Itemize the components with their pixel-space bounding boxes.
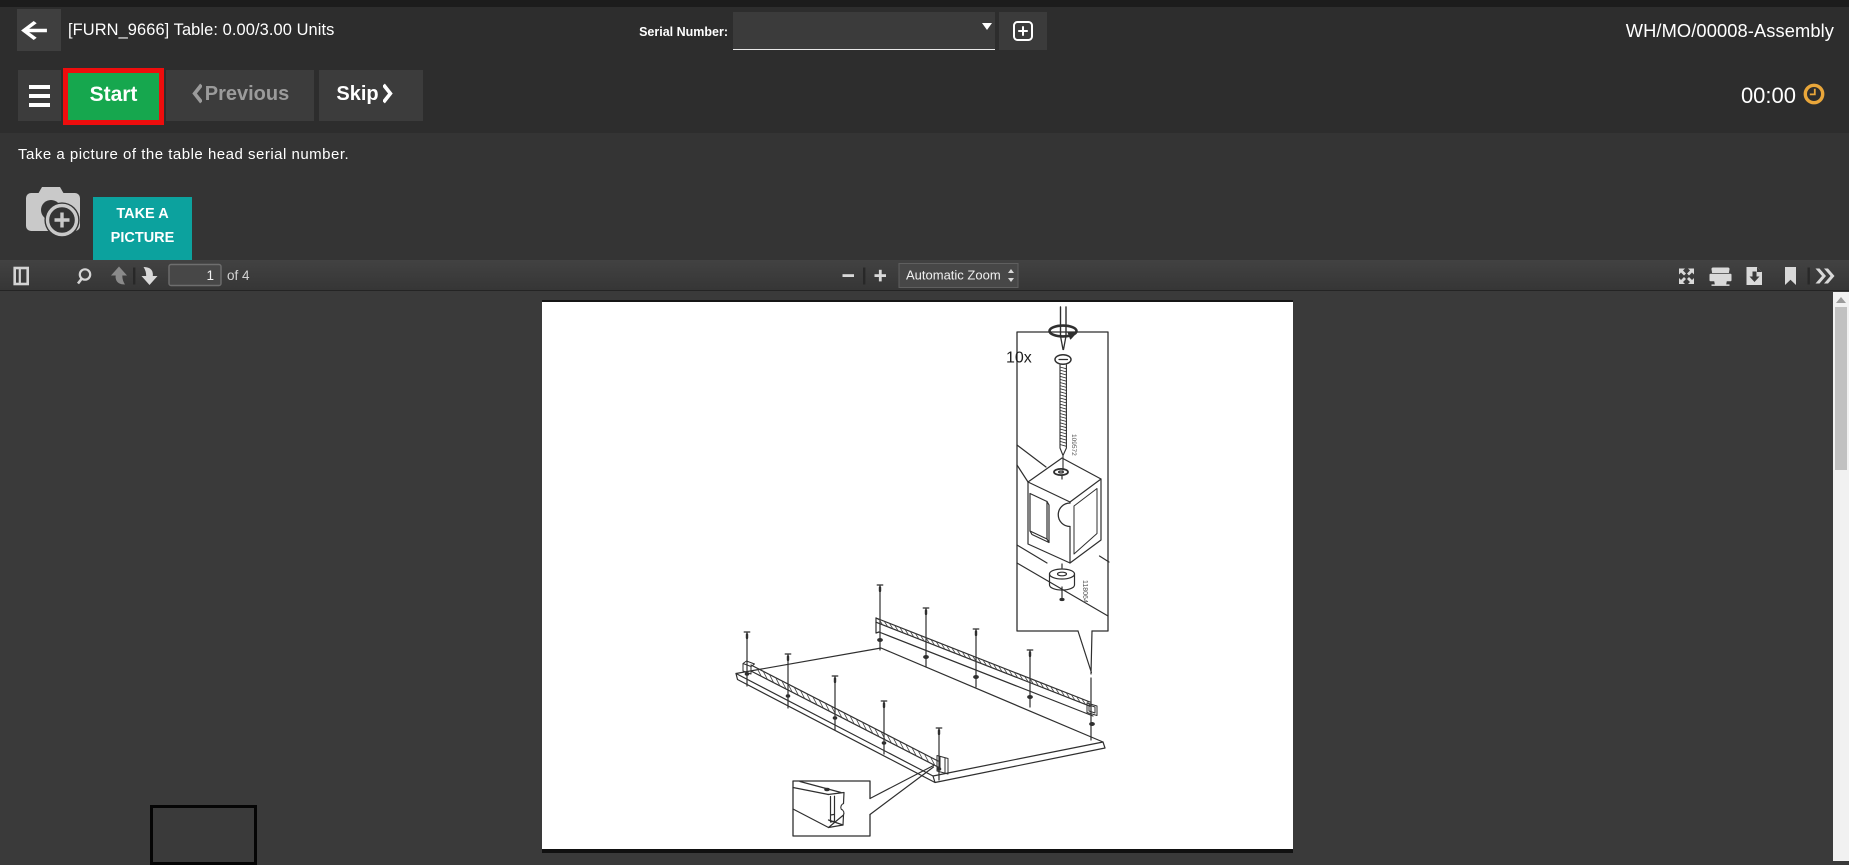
svg-text:Automatic Zoom: Automatic Zoom	[906, 268, 1001, 283]
svg-text:118064: 118064	[1081, 580, 1088, 603]
svg-text:109572: 109572	[1070, 434, 1077, 456]
svg-text:10x: 10x	[1006, 350, 1032, 367]
svg-text:of 4: of 4	[227, 268, 250, 283]
svg-text:1: 1	[206, 268, 214, 283]
